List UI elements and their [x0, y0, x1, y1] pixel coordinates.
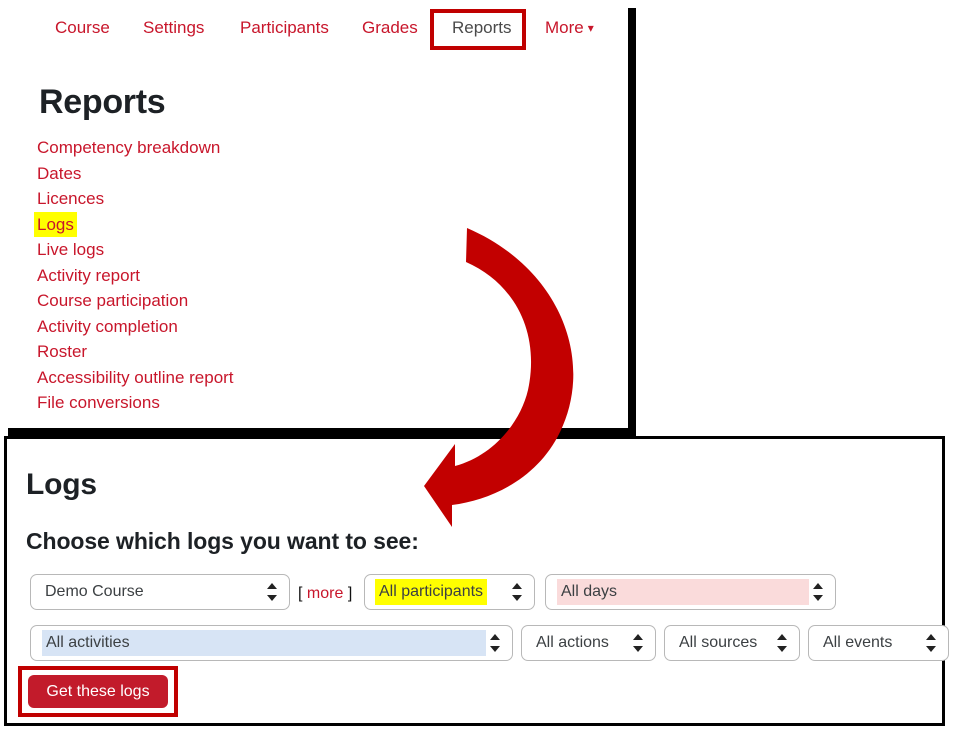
tab-more[interactable]: More ▾ [545, 17, 594, 40]
select-participants[interactable]: All participants [364, 574, 535, 610]
page-title: Reports [39, 83, 166, 121]
select-sources-value: All sources [679, 634, 758, 651]
screenshot-root: Course Settings Participants Grades Repo… [0, 0, 957, 730]
select-stepper-icon [633, 633, 644, 653]
report-link-dates[interactable]: Dates [37, 161, 81, 187]
report-link-accessibility-outline-report[interactable]: Accessibility outline report [37, 365, 234, 391]
chevron-down-icon: ▾ [587, 21, 594, 35]
select-course-value: Demo Course [45, 583, 144, 600]
report-link-licences[interactable]: Licences [37, 186, 104, 212]
select-days[interactable]: All days [545, 574, 836, 610]
select-actions[interactable]: All actions [521, 625, 656, 661]
more-open-bracket: [ [298, 585, 303, 602]
select-events-value: All events [823, 634, 893, 651]
select-stepper-icon [490, 633, 501, 653]
report-link-competency-breakdown[interactable]: Competency breakdown [37, 135, 220, 161]
tab-settings[interactable]: Settings [143, 17, 204, 39]
report-link-file-conversions[interactable]: File conversions [37, 390, 160, 416]
select-actions-value: All actions [536, 634, 609, 651]
report-link-logs[interactable]: Logs [34, 211, 77, 237]
select-days-value: All days [557, 579, 809, 605]
select-stepper-icon [777, 633, 788, 653]
get-these-logs-button[interactable]: Get these logs [28, 675, 168, 708]
select-stepper-icon [512, 582, 523, 602]
select-events[interactable]: All events [808, 625, 949, 661]
logs-subheading: Choose which logs you want to see: [26, 528, 419, 554]
report-link-activity-report[interactable]: Activity report [37, 263, 140, 289]
select-stepper-icon [926, 633, 937, 653]
reports-content: Reports Competency breakdown Dates Licen… [0, 56, 628, 428]
select-sources[interactable]: All sources [664, 625, 800, 661]
logs-panel: Logs Choose which logs you want to see: … [4, 436, 949, 726]
select-stepper-icon [813, 582, 824, 602]
tab-reports[interactable]: Reports [452, 17, 512, 39]
select-participants-value: All participants [375, 579, 488, 605]
logs-page-title: Logs [26, 468, 97, 501]
select-course[interactable]: Demo Course [30, 574, 290, 610]
more-participants-link[interactable]: [ more ] [298, 583, 352, 605]
select-activities-value: All activities [42, 630, 486, 656]
tab-more-label: More [545, 18, 584, 37]
tab-participants[interactable]: Participants [240, 17, 329, 39]
more-close-bracket: ] [347, 585, 353, 602]
reports-link-list: Competency breakdown Dates Licences Logs… [34, 135, 437, 416]
course-nav-tabbar: Course Settings Participants Grades Repo… [0, 0, 628, 57]
report-link-live-logs[interactable]: Live logs [37, 237, 104, 263]
tab-course[interactable]: Course [55, 17, 110, 39]
select-activities[interactable]: All activities [30, 625, 513, 661]
report-link-roster[interactable]: Roster [37, 339, 87, 365]
tab-grades[interactable]: Grades [362, 17, 418, 39]
report-link-course-participation[interactable]: Course participation [37, 288, 188, 314]
reports-panel: Course Settings Participants Grades Repo… [0, 0, 628, 428]
select-stepper-icon [267, 582, 278, 602]
report-link-activity-completion[interactable]: Activity completion [37, 314, 178, 340]
more-link-label[interactable]: more [307, 585, 343, 602]
